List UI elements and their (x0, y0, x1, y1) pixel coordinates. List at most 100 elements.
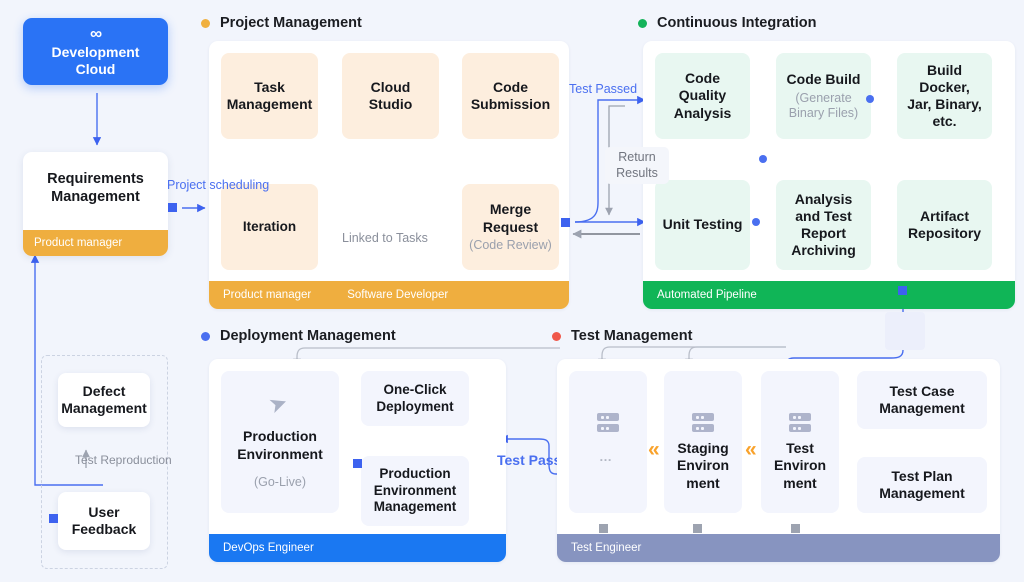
node-code-build[interactable]: Code Build (Generate Binary Files) (776, 53, 871, 139)
return-results-line2: Results (616, 165, 658, 180)
staging-env-line2: Environ (676, 457, 730, 474)
code-build-line1: Code Build (786, 71, 861, 88)
node-iteration[interactable]: Iteration (221, 184, 318, 270)
test-bus-node-1 (599, 524, 608, 533)
merge-request-sub: (Code Review) (469, 237, 552, 252)
test-reproduction-label: Test Reproduction (75, 453, 172, 467)
test-plan-line1: Test Plan (891, 467, 953, 484)
one-click-line2: Deployment (376, 398, 454, 414)
pipeline-connector-pad (885, 312, 925, 350)
edge-label-linked-to-tasks: Linked to Tasks (342, 231, 428, 245)
merge-request-line2: Request (482, 218, 539, 235)
test-env-line3: ment (783, 474, 817, 491)
node-cloud-studio[interactable]: Cloud Studio (342, 53, 439, 139)
send-plane-icon: ➤ (265, 388, 291, 419)
development-cloud-title-line1: Development (51, 43, 140, 60)
test-bus-node-2 (693, 524, 702, 533)
prod-env-mgmt-line1: Production (379, 466, 451, 482)
prod-env-mgmt-input-port (353, 459, 362, 468)
status-dot-test-management (552, 331, 561, 341)
production-environment-line2: Environment (237, 445, 323, 462)
test-case-line1: Test Case (889, 382, 955, 399)
node-test-environment[interactable]: Test Environ ment (761, 371, 839, 513)
artifact-repository-line2: Repository (907, 225, 982, 241)
merge-request-output-port (561, 218, 570, 227)
status-dot-deployment-management (201, 331, 210, 341)
code-quality-line3: Analysis (673, 104, 732, 121)
code-build-sub-line1: (Generate (795, 90, 852, 105)
artifact-repository-line1: Artifact (919, 207, 969, 224)
chevron-left-icon: « (648, 438, 660, 461)
role-label-product-manager: Product manager (223, 289, 312, 301)
code-build-sub-line2: Binary Files) (788, 105, 859, 120)
code-build-output-dot (866, 95, 874, 103)
node-production-environment[interactable]: ➤ Production Environment (Go-Live) (221, 371, 339, 513)
return-results-line1: Return (618, 150, 656, 164)
requirements-management-title: Requirements Management (23, 164, 168, 212)
requirements-management-card[interactable]: Requirements Management Product manager (23, 152, 168, 256)
user-feedback-line1: User (88, 503, 120, 520)
unit-testing-label: Unit Testing (662, 216, 743, 233)
prod-env-mgmt-line2: Environment (373, 482, 457, 498)
server-stack-icon (692, 413, 714, 433)
test-env-line2: Environ (773, 457, 827, 474)
node-unit-testing[interactable]: Unit Testing (655, 180, 750, 270)
edge-label-return-results: Return Results (605, 147, 669, 185)
panel-project-management: Task Management Cloud Studio Code Submis… (209, 41, 569, 309)
section-label-deployment-management: Deployment Management (220, 328, 396, 344)
node-artifact-repository[interactable]: Artifact Repository (897, 180, 992, 270)
requirements-title-line1: Requirements (47, 170, 144, 187)
server-stack-icon (597, 413, 619, 433)
node-staging-environment[interactable]: Staging Environ ment (664, 371, 742, 513)
node-analysis-report-archiving[interactable]: Analysis and Test Report Archiving (776, 180, 871, 270)
node-env-more[interactable]: … (569, 371, 647, 513)
section-header-test-management: Test Management (552, 328, 692, 344)
cloud-studio-line2: Studio (368, 96, 413, 112)
node-task-management[interactable]: Task Management (221, 53, 318, 139)
section-header-deployment-management: Deployment Management (201, 328, 396, 344)
status-dot-continuous-integration (638, 18, 647, 28)
edge-label-test-passed-ci: Test Passed (569, 82, 638, 96)
task-management-line2: Management (226, 96, 313, 112)
node-code-quality-analysis[interactable]: Code Quality Analysis (655, 53, 750, 139)
prod-env-mgmt-line3: Management (373, 499, 457, 515)
staging-env-line3: ment (686, 474, 720, 491)
node-test-plan-management[interactable]: Test Plan Management (857, 457, 987, 513)
defect-management-line2: Management (61, 400, 147, 416)
section-label-continuous-integration: Continuous Integration (657, 15, 817, 31)
merge-request-line1: Merge (489, 201, 532, 218)
node-one-click-deployment[interactable]: One-Click Deployment (361, 371, 469, 426)
infinity-icon: ∞ (89, 23, 102, 43)
build-artifacts-line3: Jar, Binary, (907, 96, 982, 112)
architecture-diagram-canvas: ∞ Development Cloud Requirements Managem… (0, 0, 1024, 582)
user-feedback-card[interactable]: User Feedback (58, 492, 150, 550)
section-header-continuous-integration: Continuous Integration (638, 15, 816, 31)
defect-management-card[interactable]: Defect Management (58, 373, 150, 427)
cloud-studio-line1: Cloud (370, 78, 411, 95)
unit-testing-output-dot (752, 218, 760, 226)
panel-continuous-integration: Code Quality Analysis Code Build (Genera… (643, 41, 1015, 309)
role-label-automated-pipeline: Automated Pipeline (657, 289, 757, 301)
role-label-software-developer: Software Developer (347, 289, 449, 301)
build-artifacts-line4: etc. (932, 113, 957, 130)
node-build-artifacts[interactable]: Build Docker, Jar, Binary, etc. (897, 53, 992, 139)
edge-label-project-scheduling: Project scheduling (167, 178, 270, 192)
node-code-submission[interactable]: Code Submission (462, 53, 559, 139)
node-test-case-management[interactable]: Test Case Management (857, 371, 987, 429)
requirements-role-label: Product manager (34, 237, 123, 249)
one-click-line1: One-Click (383, 382, 447, 398)
role-bar-test-management: Test Engineer (557, 534, 1000, 562)
code-quality-line2: Quality (678, 87, 727, 104)
iteration-label: Iteration (242, 218, 297, 234)
development-cloud-title-line2: Cloud (75, 61, 116, 77)
node-merge-request[interactable]: Merge Request (Code Review) (462, 184, 559, 270)
test-plan-line2: Management (879, 485, 965, 501)
user-feedback-line2: Feedback (71, 521, 137, 537)
user-feedback-output-port (49, 514, 58, 523)
test-bus-node-3 (791, 524, 800, 533)
analysis-archiving-line4: Archiving (791, 242, 856, 259)
defect-management-line1: Defect (82, 382, 126, 399)
server-stack-icon (789, 413, 811, 433)
node-production-environment-management[interactable]: Production Environment Management (361, 456, 469, 526)
development-cloud-card[interactable]: ∞ Development Cloud (23, 18, 168, 85)
